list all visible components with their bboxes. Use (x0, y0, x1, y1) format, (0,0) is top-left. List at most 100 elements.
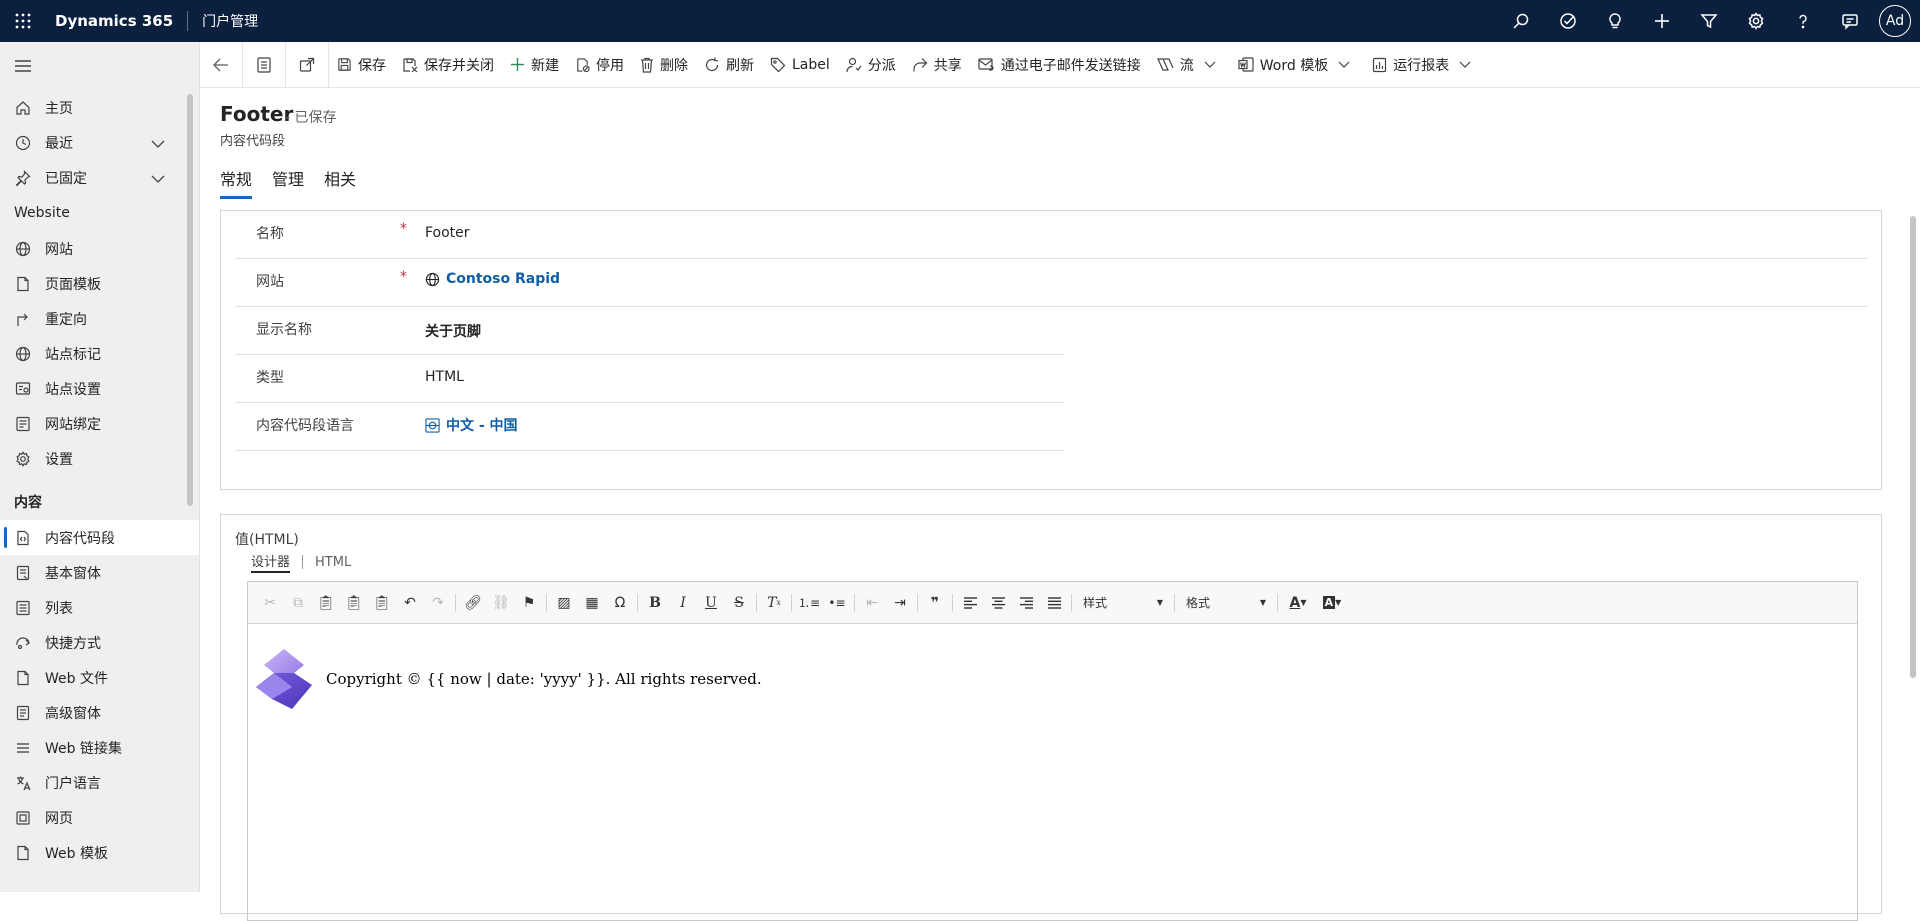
sidebar-item-web-pages[interactable]: 网页 (0, 800, 199, 835)
sidebar-item-pinned[interactable]: 已固定 (0, 160, 199, 195)
chevron-down-icon[interactable] (151, 136, 165, 152)
open-new-window-icon[interactable] (286, 42, 328, 88)
sidebar-item-shortcuts[interactable]: 快捷方式 (0, 625, 199, 660)
anchor-flag-icon[interactable]: ⚑ (515, 589, 543, 617)
tab-html[interactable]: HTML (315, 555, 351, 570)
rich-text-editor[interactable]: ✂ ⧉ 📋︎ 📋︎ 📋︎ ↶ ↷ 🔗︎ ⛓ ⚑ ▨ ▦ Ω B I U S T … (247, 581, 1858, 921)
sidebar-item-web-files[interactable]: Web 文件 (0, 660, 199, 695)
save-and-close-button[interactable]: 保存并关闭 (394, 42, 502, 88)
form-scrollbar[interactable] (1910, 216, 1916, 678)
sidebar-item-lists[interactable]: 列表 (0, 590, 199, 625)
sidebar-item-website-bindings[interactable]: 网站绑定 (0, 406, 199, 441)
sidebar-item-page-templates[interactable]: 页面模板 (0, 266, 199, 301)
website-lookup[interactable]: Contoso Rapid (425, 271, 560, 287)
help-icon[interactable] (1779, 0, 1826, 42)
sidebar-scrollbar[interactable] (187, 94, 193, 506)
back-arrow-icon[interactable] (200, 42, 242, 88)
underline-icon[interactable]: U (697, 589, 725, 617)
search-icon[interactable] (1497, 0, 1544, 42)
plus-icon[interactable] (1638, 0, 1685, 42)
refresh-button[interactable]: 刷新 (696, 42, 762, 88)
sidebar-item-websites[interactable]: 网站 (0, 231, 199, 266)
strikethrough-icon[interactable]: S (725, 589, 753, 617)
sidebar-item-settings[interactable]: 设置 (0, 441, 199, 476)
app-launcher-icon[interactable] (0, 0, 46, 42)
name-label: 名称 (256, 226, 284, 242)
report-icon (1373, 57, 1387, 72)
language-lookup-value[interactable]: 中文 - 中国 (446, 415, 518, 435)
paste-icon[interactable]: 📋︎ (312, 589, 340, 617)
redo-icon[interactable]: ↷ (424, 589, 452, 617)
numbered-list-icon[interactable]: ⒈≡ (795, 589, 823, 617)
undo-icon[interactable]: ↶ (396, 589, 424, 617)
run-report-button[interactable]: 运行报表 (1364, 42, 1485, 88)
lightbulb-icon[interactable] (1591, 0, 1638, 42)
sidebar-item-web-templates[interactable]: Web 模板 (0, 835, 199, 870)
justify-icon[interactable] (1040, 589, 1068, 617)
increase-indent-icon[interactable]: ⇥ (886, 589, 914, 617)
deactivate-button[interactable]: 停用 (567, 42, 632, 88)
app-name[interactable]: 门户管理 (202, 11, 258, 31)
tab-general[interactable]: 常规 (220, 166, 253, 199)
style-select[interactable]: 样式 ▼ (1075, 590, 1171, 616)
background-color-icon[interactable]: A ▼ (1315, 589, 1349, 617)
sidebar-item-portal-languages[interactable]: 门户语言 (0, 765, 199, 800)
remove-format-icon[interactable]: Tx (760, 589, 788, 617)
avatar[interactable]: Ad (1879, 5, 1911, 37)
italic-icon[interactable]: I (669, 589, 697, 617)
copy-icon[interactable]: ⧉ (284, 589, 312, 617)
display-name-field[interactable]: 关于页脚 (425, 321, 481, 341)
new-button[interactable]: 新建 (502, 42, 567, 88)
link-icon[interactable]: 🔗︎ (459, 589, 487, 617)
app-title[interactable]: Dynamics 365 (55, 12, 173, 30)
sidebar-item-web-link-sets[interactable]: Web 链接集 (0, 730, 199, 765)
save-button[interactable]: 保存 (329, 42, 394, 88)
bold-icon[interactable]: B (641, 589, 669, 617)
special-char-icon[interactable]: Ω (606, 589, 634, 617)
hamburger-menu-icon[interactable] (0, 42, 199, 90)
sidebar-item-home[interactable]: 主页 (0, 90, 199, 125)
sidebar-item-content-snippets[interactable]: 内容代码段 (0, 520, 199, 555)
decrease-indent-icon[interactable]: ⇤ (858, 589, 886, 617)
chevron-down-icon[interactable] (151, 171, 165, 187)
flow-button[interactable]: 流 (1149, 42, 1230, 88)
align-center-icon[interactable] (984, 589, 1012, 617)
sidebar-item-site-settings[interactable]: 站点设置 (0, 371, 199, 406)
tab-designer[interactable]: 设计器 (251, 551, 291, 573)
website-lookup-value[interactable]: Contoso Rapid (446, 271, 560, 287)
name-field[interactable]: Footer (425, 225, 470, 241)
sidebar-item-recent[interactable]: 最近 (0, 125, 199, 160)
sidebar-item-advanced-forms[interactable]: 高级窗体 (0, 695, 199, 730)
sidebar-item-basic-forms[interactable]: 基本窗体 (0, 555, 199, 590)
form-view-icon[interactable] (243, 42, 285, 88)
language-lookup[interactable]: 中文 - 中国 (425, 415, 518, 435)
tab-administration[interactable]: 管理 (272, 166, 304, 199)
chat-icon[interactable] (1826, 0, 1873, 42)
format-select[interactable]: 格式 ▼ (1178, 590, 1274, 616)
paste-text-icon[interactable]: 📋︎ (340, 589, 368, 617)
sidebar-item-redirects[interactable]: 重定向 (0, 301, 199, 336)
email-link-button[interactable]: 通过电子邮件发送链接 (970, 42, 1149, 88)
tab-related[interactable]: 相关 (324, 166, 356, 199)
type-field[interactable]: HTML (425, 369, 464, 385)
table-icon[interactable]: ▦ (578, 589, 606, 617)
align-left-icon[interactable] (956, 589, 984, 617)
blockquote-icon[interactable]: ❞ (921, 589, 949, 617)
align-right-icon[interactable] (1012, 589, 1040, 617)
settings-icon[interactable] (1732, 0, 1779, 42)
image-icon[interactable]: ▨ (550, 589, 578, 617)
delete-button[interactable]: 删除 (632, 42, 696, 88)
task-check-icon[interactable] (1544, 0, 1591, 42)
unlink-icon[interactable]: ⛓ (487, 589, 515, 617)
assign-button[interactable]: 分派 (838, 42, 904, 88)
filter-icon[interactable] (1685, 0, 1732, 42)
bulleted-list-icon[interactable]: •≡ (823, 589, 851, 617)
label-button[interactable]: Label (762, 42, 838, 88)
text-color-icon[interactable]: A ▼ (1281, 589, 1315, 617)
cut-icon[interactable]: ✂ (256, 589, 284, 617)
word-template-button[interactable]: Word 模板 (1230, 42, 1364, 88)
share-button[interactable]: 共享 (904, 42, 970, 88)
editor-content[interactable]: Copyright © {{ now | date: 'yyyy' }}. Al… (254, 647, 762, 711)
paste-word-icon[interactable]: 📋︎ (368, 589, 396, 617)
sidebar-item-site-markers[interactable]: 站点标记 (0, 336, 199, 371)
